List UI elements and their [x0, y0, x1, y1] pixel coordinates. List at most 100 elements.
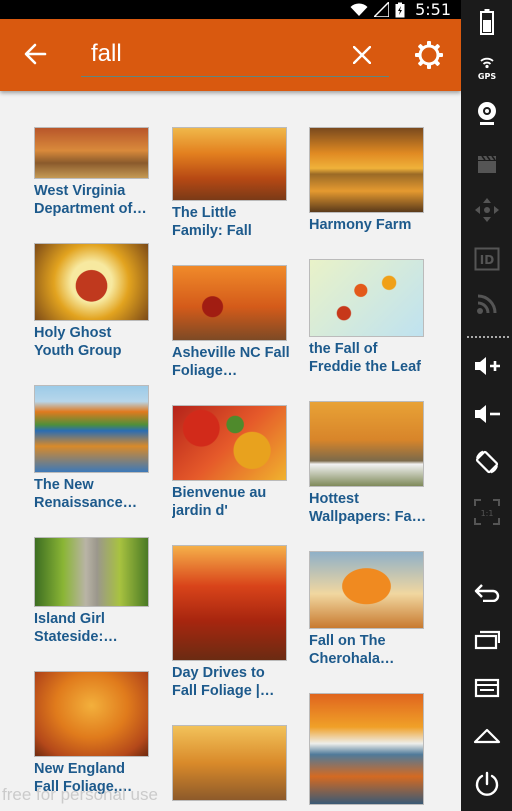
result-card[interactable]: Fall on The Cherohala… [309, 551, 424, 668]
home-icon [473, 728, 500, 744]
result-thumbnail[interactable] [309, 551, 424, 629]
result-card[interactable]: The Little Family: Fall [172, 127, 287, 240]
result-card[interactable]: West Virginia Department of… [34, 127, 149, 218]
volume-down-button[interactable] [461, 394, 512, 434]
result-thumbnail[interactable] [172, 725, 287, 801]
results-column-3: Harmony Farm the Fall of Freddie the Leaf… [309, 127, 427, 811]
recent-apps-icon [474, 630, 500, 650]
dpad-button [461, 190, 512, 230]
volume-down-icon [474, 405, 500, 423]
result-thumbnail[interactable] [34, 385, 149, 473]
result-thumbnail[interactable] [172, 265, 287, 341]
battery-button[interactable] [461, 2, 512, 42]
home-button[interactable] [461, 716, 512, 756]
emulator-toolbar: GPS ID 1:1 [461, 0, 512, 811]
result-caption: Island Girl Stateside:… [34, 611, 118, 645]
status-icons: 5:51 [350, 0, 451, 19]
network-button [461, 284, 512, 324]
phone-screen: 5:51 fall West Virginia Department of… H… [0, 0, 461, 811]
result-card[interactable]: Harmony Farm [309, 127, 424, 234]
gps-icon: GPS [477, 57, 496, 81]
menu-icon [474, 678, 499, 698]
nav-back-button[interactable] [461, 572, 512, 612]
power-icon [475, 771, 498, 796]
toolbar-divider [467, 336, 509, 338]
id-label: ID [479, 253, 493, 267]
recents-button[interactable] [461, 620, 512, 660]
signal-icon [374, 2, 390, 17]
gear-icon [415, 41, 443, 69]
arrow-back-icon [24, 43, 47, 65]
result-card[interactable] [309, 693, 424, 805]
close-icon [353, 46, 371, 64]
result-thumbnail[interactable] [172, 127, 287, 201]
result-thumbnail[interactable] [309, 259, 424, 337]
result-caption: Asheville NC Fall Foliage… [172, 345, 290, 379]
search-toolbar [0, 19, 461, 91]
result-thumbnail[interactable] [172, 405, 287, 481]
webcam-icon [477, 102, 496, 125]
clapperboard-icon [477, 155, 496, 173]
result-card[interactable]: Holy Ghost Youth Group [34, 243, 149, 360]
result-caption: Holy Ghost Youth Group [34, 325, 122, 359]
back-icon [474, 584, 499, 602]
settings-button[interactable] [411, 37, 447, 73]
result-thumbnail[interactable] [34, 127, 149, 179]
result-thumbnail[interactable] [34, 671, 149, 757]
result-caption: New England Fall Foliage,… [34, 761, 133, 795]
search-field [81, 33, 389, 77]
power-button[interactable] [461, 764, 512, 804]
gps-label: GPS [477, 72, 495, 81]
camera-button[interactable] [461, 94, 512, 134]
result-caption: The Little Family: Fall [172, 205, 252, 239]
status-bar: 5:51 [0, 0, 461, 19]
result-caption: the Fall of Freddie the Leaf [309, 341, 421, 375]
rotate-icon [475, 450, 498, 474]
result-card[interactable]: The New Renaissance… [34, 385, 149, 512]
menu-button[interactable] [461, 668, 512, 708]
result-caption: West Virginia Department of… [34, 183, 147, 217]
result-caption: Hottest Wallpapers: Fa… [309, 491, 427, 525]
volume-up-icon [474, 357, 500, 375]
result-card[interactable]: the Fall of Freddie the Leaf [309, 259, 424, 376]
results-column-1: West Virginia Department of… Holy Ghost Y… [34, 127, 149, 811]
result-caption: Fall on The Cherohala… [309, 633, 395, 667]
result-card[interactable]: Island Girl Stateside:… [34, 537, 149, 646]
device-id-button: ID [461, 239, 512, 279]
result-caption: Day Drives to Fall Foliage |… [172, 665, 275, 699]
result-caption: Harmony Farm [309, 217, 412, 233]
rotate-button[interactable] [461, 442, 512, 482]
clear-search-button[interactable] [349, 42, 375, 68]
battery-charging-icon [395, 2, 405, 17]
result-caption: The New Renaissance… [34, 477, 138, 511]
result-thumbnail[interactable] [34, 243, 149, 321]
result-card[interactable]: Bienvenue au jardin d' [172, 405, 287, 520]
search-input[interactable] [91, 38, 341, 70]
result-card[interactable]: New England Fall Foliage,… [34, 671, 149, 796]
result-card[interactable]: Asheville NC Fall Foliage… [172, 265, 290, 380]
results-column-2: The Little Family: Fall Asheville NC Fall… [172, 127, 290, 811]
result-thumbnail[interactable] [309, 693, 424, 805]
rss-icon [476, 294, 496, 314]
volume-up-button[interactable] [461, 346, 512, 386]
result-thumbnail[interactable] [34, 537, 149, 607]
screencast-button [461, 144, 512, 184]
image-results-grid: West Virginia Department of… Holy Ghost Y… [0, 91, 461, 811]
result-caption: Bienvenue au jardin d' [172, 485, 267, 519]
result-card[interactable] [172, 725, 287, 801]
scale-button: 1:1 [461, 492, 512, 532]
result-card[interactable]: Hottest Wallpapers: Fa… [309, 401, 427, 526]
result-thumbnail[interactable] [309, 401, 424, 487]
result-card[interactable]: Day Drives to Fall Foliage |… [172, 545, 287, 700]
gps-button[interactable]: GPS [461, 48, 512, 88]
battery-icon [479, 9, 494, 35]
scale-label: 1:1 [480, 509, 493, 518]
back-button[interactable] [18, 37, 52, 71]
result-thumbnail[interactable] [309, 127, 424, 213]
scale-icon: 1:1 [473, 499, 500, 525]
dpad-icon [474, 198, 499, 222]
result-thumbnail[interactable] [172, 545, 287, 661]
status-time: 5:51 [415, 0, 451, 19]
wifi-icon [350, 2, 368, 16]
id-icon: ID [474, 247, 499, 271]
